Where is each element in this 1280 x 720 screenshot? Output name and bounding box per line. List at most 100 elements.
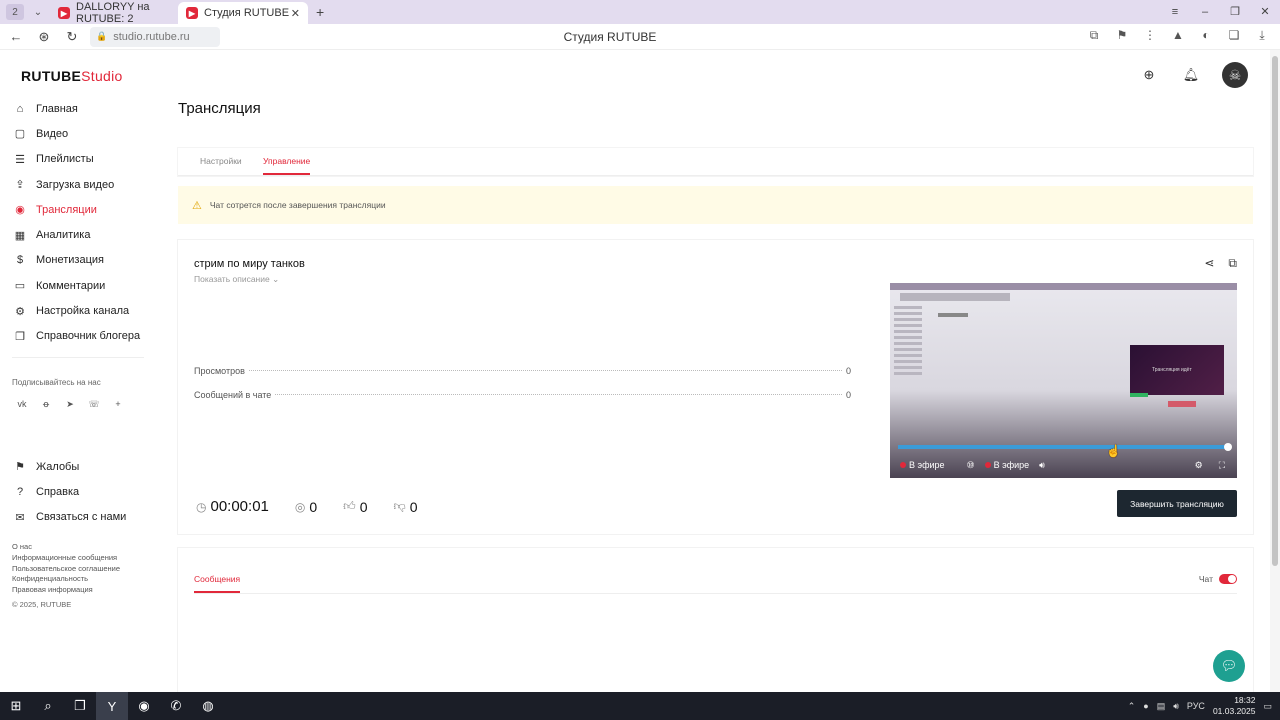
- sidebar-item-help[interactable]: ? Справка: [12, 479, 144, 504]
- bookmark-icon[interactable]: ⚑: [1110, 28, 1134, 43]
- timer-value: 00:00:01: [210, 498, 269, 515]
- close-window-icon[interactable]: ✕: [1250, 0, 1280, 24]
- browser-tab-active[interactable]: ▶ Студия RUTUBE ✕: [178, 2, 308, 24]
- analytics-icon: ▦: [14, 229, 26, 242]
- vk-icon[interactable]: vk: [12, 399, 32, 413]
- tray-chevron-icon[interactable]: ⌃: [1128, 701, 1136, 712]
- tray-network-icon[interactable]: ▤: [1157, 701, 1166, 712]
- tab-management[interactable]: Управление: [263, 156, 311, 175]
- preview-mini-video: Трансляция идёт: [1130, 345, 1224, 395]
- language-indicator[interactable]: РУС: [1187, 701, 1205, 711]
- progress-knob[interactable]: [1224, 443, 1232, 451]
- address-bar: ← ⊛ ↻ 🔒 studio.rutube.ru Студия RUTUBE ⧉…: [0, 24, 1280, 50]
- sidebar-item-complaints[interactable]: ⚑ Жалобы: [12, 454, 144, 479]
- sidebar-item-comments[interactable]: ▭ Комментарии: [12, 273, 144, 298]
- stream-preview-player[interactable]: Трансляция идёт В эфире ⑩ В эфире 🔊︎ ⚙ ⛶…: [890, 283, 1237, 478]
- reload-icon[interactable]: ↻: [58, 29, 86, 45]
- settings-icon[interactable]: ⚙: [1195, 460, 1203, 471]
- end-stream-button[interactable]: Завершить трансляцию: [1117, 490, 1237, 517]
- extension-icon[interactable]: ▲: [1166, 28, 1190, 43]
- translate-icon[interactable]: ⧉: [1082, 28, 1106, 43]
- add-video-icon[interactable]: ⊕: [1138, 64, 1160, 86]
- sidebar-item-contact[interactable]: ✉ Связаться с нами: [12, 505, 144, 530]
- footer-link-terms[interactable]: Пользовательское соглашение: [12, 564, 120, 575]
- minimize-icon[interactable]: –: [1190, 0, 1220, 24]
- avatar[interactable]: ☠: [1222, 62, 1248, 88]
- logo-main: RUTUBE: [21, 68, 82, 84]
- url-field[interactable]: 🔒 studio.rutube.ru: [90, 26, 220, 47]
- telegram-icon[interactable]: ➤: [60, 399, 80, 413]
- gear-icon: ⚙: [15, 305, 25, 318]
- restore-icon[interactable]: ❐: [1220, 0, 1250, 24]
- rutube-studio-logo[interactable]: RUTUBEStudio: [21, 68, 123, 84]
- show-description-link[interactable]: Показать описание ⌄: [194, 274, 279, 285]
- chrome-icon[interactable]: ◉: [128, 692, 160, 720]
- clock[interactable]: 18:32 01.03.2025: [1213, 695, 1256, 717]
- tray-volume-icon[interactable]: 🔊︎: [1173, 701, 1179, 712]
- close-tab-icon[interactable]: ✕: [291, 7, 300, 20]
- sidebar-item-blogger-guide[interactable]: ❐ Справочник блогера: [12, 324, 144, 349]
- viber-icon[interactable]: ☏: [84, 399, 104, 413]
- workspace-badge[interactable]: 2: [6, 4, 24, 20]
- ok-icon[interactable]: ꝋ: [36, 399, 56, 413]
- sidebar-item-upload[interactable]: ⇪ Загрузка видео: [12, 172, 144, 197]
- fullscreen-icon[interactable]: ⛶: [1219, 460, 1225, 471]
- browser-tab[interactable]: ▶ DALLORYY на RUTUBE: 2: [50, 1, 178, 25]
- more-icon[interactable]: ⋮: [1138, 28, 1162, 43]
- progress-bar[interactable]: [898, 443, 1232, 451]
- sidebar-item-monetization[interactable]: $ Монетизация: [12, 248, 144, 273]
- rewind-icon[interactable]: ⑩: [967, 460, 975, 471]
- download-icon[interactable]: ⤓: [1250, 28, 1274, 43]
- sidebar-item-video[interactable]: ▢ Видео: [12, 121, 144, 146]
- back-icon[interactable]: ←: [2, 29, 30, 44]
- page-title-bar: Студия RUTUBE: [563, 30, 657, 44]
- system-tray: ⌃ ● ▤ 🔊︎ РУС 18:32 01.03.2025 ▭: [1128, 692, 1272, 720]
- menu-icon[interactable]: ≡: [1160, 0, 1190, 24]
- tab-messages[interactable]: Сообщения: [194, 574, 241, 593]
- more-social-icon[interactable]: +: [108, 399, 128, 413]
- tray-app-icon[interactable]: ●: [1143, 701, 1148, 711]
- sidebar-item-broadcasts[interactable]: ◉ Трансляции: [12, 197, 144, 222]
- tab-settings[interactable]: Настройки: [200, 156, 242, 166]
- preview-topbar: [890, 283, 1237, 290]
- share-icon[interactable]: ⋖: [1204, 256, 1214, 271]
- collections-icon[interactable]: ❏: [1222, 28, 1246, 43]
- search-icon[interactable]: ⌕: [32, 692, 64, 720]
- footer-link-info[interactable]: Информационные сообщения: [12, 553, 120, 564]
- live-badge[interactable]: В эфире: [984, 460, 1029, 470]
- sidebar-item-home[interactable]: ⌂ Главная: [12, 96, 144, 121]
- yandex-browser-icon[interactable]: Y: [96, 692, 128, 720]
- sidebar-item-analytics[interactable]: ▦ Аналитика: [12, 222, 144, 247]
- whatsapp-icon[interactable]: ✆: [160, 692, 192, 720]
- open-external-icon[interactable]: ⧉: [1228, 256, 1237, 271]
- live-label: В эфире: [909, 460, 945, 470]
- sidebar-item-channel-settings[interactable]: ⚙ Настройка канала: [12, 298, 144, 323]
- bell-icon[interactable]: 🔔︎: [1180, 64, 1202, 86]
- sidebar-item-playlists[interactable]: ☰ Плейлисты: [12, 147, 144, 172]
- notifications-icon[interactable]: ▭: [1263, 701, 1272, 712]
- footer-link-legal[interactable]: Правовая информация: [12, 585, 120, 596]
- progress-fill: [898, 445, 1228, 449]
- chevron-down-icon: ⌄: [272, 274, 280, 284]
- support-chat-button[interactable]: 💬︎: [1213, 650, 1245, 682]
- chat-toggle[interactable]: [1219, 574, 1237, 584]
- volume-icon[interactable]: 🔊︎: [1039, 460, 1045, 471]
- yandex-icon[interactable]: ⊛: [30, 29, 58, 45]
- obs-icon[interactable]: ◍: [192, 692, 224, 720]
- footer-link-about[interactable]: О нас: [12, 542, 120, 553]
- footer-link-privacy[interactable]: Конфиденциальность: [12, 574, 120, 585]
- warning-icon: ⚠: [192, 199, 202, 212]
- media-icon[interactable]: ◐: [1194, 28, 1218, 43]
- player-controls: В эфире ⑩ В эфире 🔊︎ ⚙ ⛶: [890, 452, 1237, 478]
- new-tab-icon[interactable]: +: [316, 4, 324, 20]
- preview-title: [938, 313, 968, 317]
- chevron-down-icon[interactable]: ⌄: [30, 7, 46, 18]
- scrollbar-thumb[interactable]: [1272, 56, 1278, 566]
- browser-tab-label: DALLORYY на RUTUBE: 2: [76, 1, 150, 25]
- task-view-icon[interactable]: ❐: [64, 692, 96, 720]
- follow-label: Подписывайтесь на нас: [12, 377, 101, 387]
- footer-links: О нас Информационные сообщения Пользоват…: [12, 542, 120, 596]
- windows-start-icon[interactable]: ⊞: [0, 692, 32, 720]
- scrollbar[interactable]: [1270, 50, 1280, 692]
- logo-studio: Studio: [81, 68, 123, 84]
